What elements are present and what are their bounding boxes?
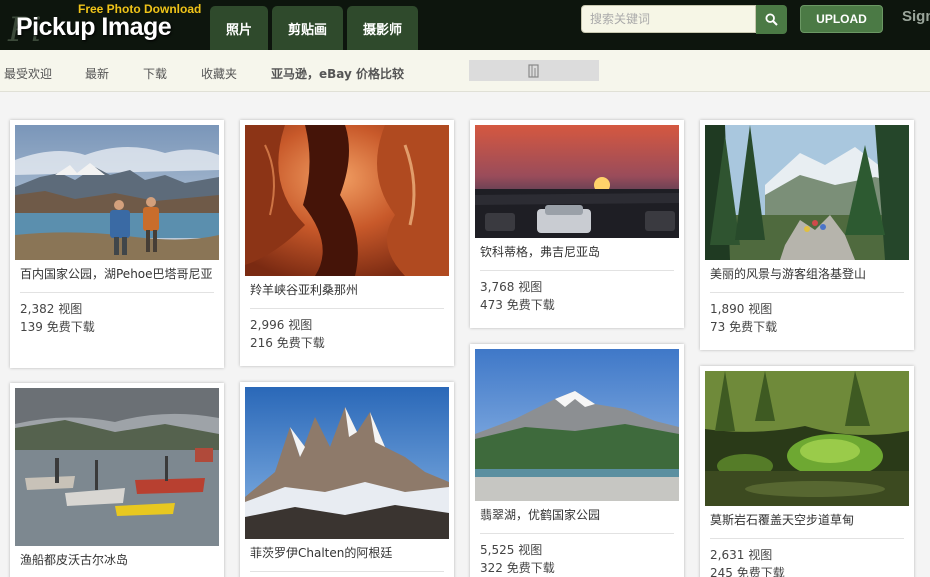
download-count: 139 (20, 320, 43, 334)
views-label: 视图 (748, 302, 773, 316)
views-label: 视图 (58, 302, 83, 316)
downloads-label: 免费下载 (506, 298, 555, 312)
nav-favorites[interactable]: 收藏夹 (201, 65, 237, 82)
photo-image (15, 125, 219, 260)
ad-placeholder-icon (528, 63, 539, 78)
site-header: Pi Pickup Image Free Photo Download 照片 剪… (0, 0, 930, 50)
photo-image (705, 371, 909, 506)
card-stats: 3,768 视图 473 免费下载 (480, 278, 674, 314)
views-label: 视图 (288, 318, 313, 332)
nav-popular[interactable]: 最受欢迎 (4, 65, 52, 82)
photo-card[interactable]: 菲茨罗伊Chalten的阿根廷 (240, 382, 454, 577)
photo-thumbnail[interactable] (475, 125, 679, 238)
logo-name: Pickup Image (16, 13, 172, 41)
card-title[interactable]: 百内国家公园，湖Pehoe巴塔哥尼亚 (20, 265, 214, 293)
photo-card[interactable]: 美丽的风景与游客组洛基登山 1,890 视图 73 免费下载 (700, 120, 914, 350)
signin-link[interactable]: Sign (902, 8, 930, 25)
photo-image (705, 125, 909, 260)
downloads-label: 免费下载 (46, 320, 95, 334)
photo-image (245, 125, 449, 276)
views-label: 视图 (518, 543, 543, 557)
download-count: 322 (480, 561, 503, 575)
card-title[interactable]: 羚羊峡谷亚利桑那州 (250, 281, 444, 309)
photo-thumbnail[interactable] (475, 349, 679, 501)
photo-image (475, 125, 679, 238)
nav-bar: 最受欢迎 最新 下载 收藏夹 亚马逊，eBay 价格比较 (0, 50, 930, 92)
downloads-label: 免费下载 (736, 566, 785, 577)
card-title[interactable]: 钦科蒂格，弗吉尼亚岛 (480, 243, 674, 271)
view-count: 3,768 (480, 280, 515, 294)
download-count: 245 (710, 566, 733, 577)
view-count: 2,382 (20, 302, 55, 316)
tab-photos[interactable]: 照片 (210, 6, 268, 50)
card-title[interactable]: 美丽的风景与游客组洛基登山 (710, 265, 904, 293)
download-count: 473 (480, 298, 503, 312)
card-stats: 5,525 视图 322 免费下载 (480, 541, 674, 577)
views-label: 视图 (748, 548, 773, 562)
card-title[interactable]: 翡翠湖，优鹤国家公园 (480, 506, 674, 534)
photo-thumbnail[interactable] (245, 125, 449, 276)
view-count: 2,996 (250, 318, 285, 332)
photo-image (15, 388, 219, 546)
views-label: 视图 (518, 280, 543, 294)
photo-card[interactable]: 羚羊峡谷亚利桑那州 2,996 视图 216 免费下载 (240, 120, 454, 366)
view-count: 5,525 (480, 543, 515, 557)
photo-thumbnail[interactable] (245, 387, 449, 539)
photo-thumbnail[interactable] (705, 371, 909, 506)
view-count: 2,631 (710, 548, 745, 562)
card-stats: 2,631 视图 245 免费下载 (710, 546, 904, 577)
photo-thumbnail[interactable] (705, 125, 909, 260)
photo-card[interactable]: 钦科蒂格，弗吉尼亚岛 3,768 视图 473 免费下载 (470, 120, 684, 328)
tab-clipart[interactable]: 剪贴画 (272, 6, 343, 50)
photo-card[interactable]: 渔船都皮沃古尔冰岛 (10, 383, 224, 577)
card-stats: 2,382 视图 139 免费下载 (20, 300, 214, 336)
search-button[interactable] (756, 5, 787, 34)
site-logo[interactable]: Pi Pickup Image Free Photo Download (8, 2, 202, 50)
card-stats: 1,890 视图 73 免费下载 (710, 300, 904, 336)
download-count: 216 (250, 336, 273, 350)
card-title[interactable]: 渔船都皮沃古尔冰岛 (20, 551, 214, 577)
downloads-label: 免费下载 (506, 561, 555, 575)
photo-card[interactable]: 莫斯岩石覆盖天空步道草甸 2,631 视图 245 免费下载 (700, 366, 914, 577)
card-stats: 2,996 视图 216 免费下载 (250, 316, 444, 352)
photo-card[interactable]: 百内国家公园，湖Pehoe巴塔哥尼亚 2,382 视图 139 免费下载 (10, 120, 224, 368)
search-input[interactable] (581, 5, 756, 33)
downloads-label: 免费下载 (276, 336, 325, 350)
download-count: 73 (710, 320, 726, 334)
card-title[interactable]: 菲茨罗伊Chalten的阿根廷 (250, 544, 444, 572)
logo-tagline: Free Photo Download (78, 2, 202, 16)
nav-downloads[interactable]: 下载 (143, 65, 167, 82)
nav-newest[interactable]: 最新 (85, 65, 109, 82)
tab-photographers[interactable]: 摄影师 (347, 6, 418, 50)
nav-amazon-ebay[interactable]: 亚马逊，eBay 价格比较 (271, 65, 404, 82)
view-count: 1,890 (710, 302, 745, 316)
search-icon (765, 13, 778, 26)
photo-image (245, 387, 449, 539)
photo-image (475, 349, 679, 501)
downloads-label: 免费下载 (729, 320, 778, 334)
card-title[interactable]: 莫斯岩石覆盖天空步道草甸 (710, 511, 904, 539)
photo-card[interactable]: 翡翠湖，优鹤国家公园 5,525 视图 322 免费下载 (470, 344, 684, 577)
upload-button[interactable]: UPLOAD (800, 5, 883, 33)
photo-thumbnail[interactable] (15, 125, 219, 260)
ad-banner[interactable] (469, 60, 599, 81)
photo-thumbnail[interactable] (15, 388, 219, 546)
